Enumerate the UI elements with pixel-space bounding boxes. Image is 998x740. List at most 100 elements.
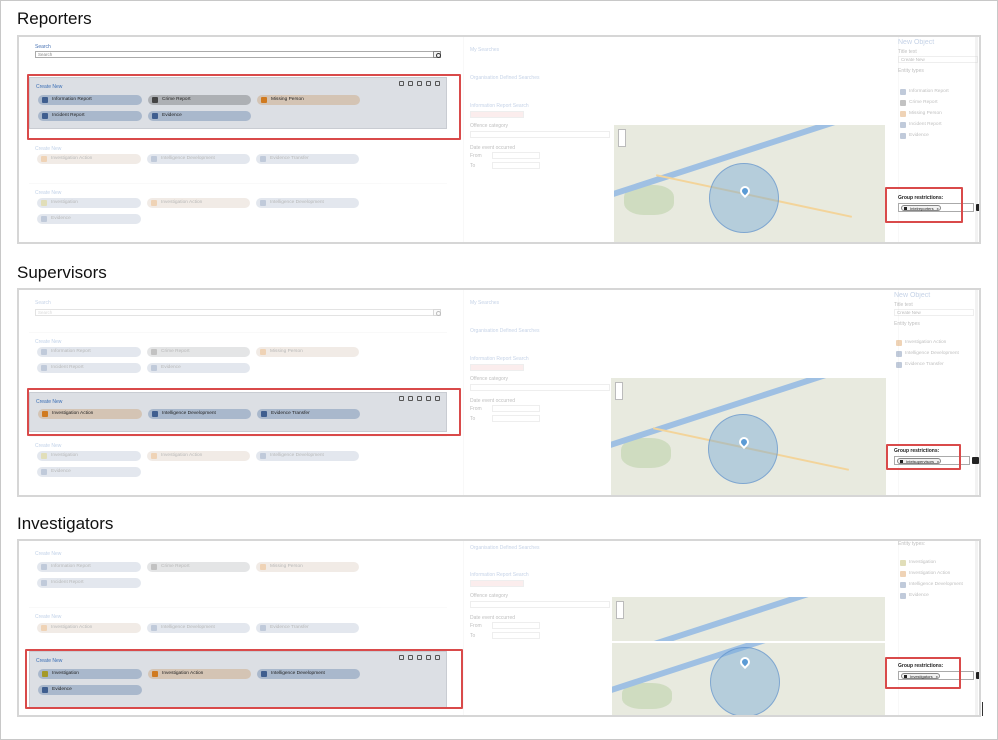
document-icon — [41, 625, 47, 631]
document-icon — [900, 122, 906, 128]
map-view[interactable] — [612, 643, 885, 715]
title-text-input[interactable]: Create New — [894, 309, 974, 316]
pill-intelligence-development[interactable]: Intelligence Development — [256, 451, 359, 461]
scrollbar[interactable] — [975, 37, 978, 242]
offence-label: Offence category — [470, 123, 508, 129]
group-title: Create New — [35, 551, 62, 557]
map-view[interactable] — [614, 125, 885, 242]
map-view-top[interactable] — [612, 597, 885, 641]
entity-item: Evidence — [900, 133, 929, 139]
create-new-group-2: Create New Investigation Action Intellig… — [29, 139, 447, 179]
offence-select[interactable] — [470, 384, 610, 391]
zoom-controls[interactable] — [618, 129, 626, 147]
document-icon — [41, 564, 47, 570]
search-icon[interactable] — [433, 309, 441, 316]
screenshot-supervisors: Search Search Create New Information Rep… — [17, 288, 981, 497]
new-object-title: New Object — [894, 292, 931, 299]
document-icon — [41, 156, 47, 162]
document-icon — [151, 200, 157, 206]
to-date-input[interactable] — [492, 162, 540, 169]
document-icon — [151, 625, 157, 631]
search-icon[interactable] — [433, 51, 441, 58]
text-cursor — [982, 702, 983, 716]
my-searches-label: My Searches — [470, 47, 500, 53]
document-icon — [896, 351, 902, 357]
highlight-group-restrictions — [885, 657, 961, 689]
pill-investigation[interactable]: Investigation — [37, 451, 141, 461]
highlight-group-restrictions — [885, 187, 963, 223]
search-field[interactable] — [470, 580, 524, 587]
create-new-group-3: Create New Investigation Investigation A… — [29, 436, 447, 488]
pill-investigation[interactable]: Investigation — [37, 198, 141, 208]
pill-crime-report[interactable]: Crime Report — [147, 347, 250, 357]
pill-investigation-action[interactable]: Investigation Action — [37, 154, 141, 164]
pill-intelligence-development[interactable]: Intelligence Development — [147, 623, 250, 633]
pill-evidence-transfer[interactable]: Evidence Transfer — [256, 623, 359, 633]
search-label: Search — [35, 44, 51, 50]
pill-information-report[interactable]: Information Report — [37, 562, 141, 572]
scrollbar[interactable] — [975, 541, 978, 715]
group-icon[interactable] — [976, 204, 979, 211]
pill-missing-person[interactable]: Missing Person — [256, 347, 359, 357]
map-view[interactable] — [611, 378, 886, 495]
from-label: From — [470, 623, 482, 629]
offence-label: Offence category — [470, 593, 508, 599]
map-park — [621, 438, 671, 468]
section-title-supervisors: Supervisors — [17, 263, 107, 282]
pill-crime-report[interactable]: Crime Report — [147, 562, 250, 572]
pill-investigation-action[interactable]: Investigation Action — [147, 198, 250, 208]
group-title: Create New — [35, 190, 62, 196]
entity-item: Investigation Action — [900, 571, 950, 577]
entity-item: Intelligence Development — [896, 351, 959, 357]
group-icon[interactable] — [972, 457, 979, 464]
zoom-controls[interactable] — [615, 382, 623, 400]
to-date-input[interactable] — [492, 415, 540, 422]
pill-incident-report[interactable]: Incident Report — [37, 578, 141, 588]
pill-evidence[interactable]: Evidence — [37, 467, 141, 477]
pill-incident-report[interactable]: Incident Report — [37, 363, 141, 373]
group-icon[interactable] — [976, 672, 979, 679]
pill-missing-person[interactable]: Missing Person — [256, 562, 359, 572]
pill-evidence-transfer[interactable]: Evidence Transfer — [256, 154, 359, 164]
pill-investigation-action[interactable]: Investigation Action — [37, 623, 141, 633]
pill-evidence[interactable]: Evidence — [147, 363, 250, 373]
search-input[interactable]: Search — [35, 51, 441, 58]
my-searches-label: My Searches — [470, 300, 500, 306]
zoom-controls[interactable] — [616, 601, 624, 619]
person-icon — [151, 564, 157, 570]
ir-search-label: Information Report Search — [470, 572, 529, 578]
pill-evidence[interactable]: Evidence — [37, 214, 141, 224]
new-object-title: New Object — [898, 39, 935, 46]
from-date-input[interactable] — [492, 622, 540, 629]
document-icon — [41, 580, 47, 586]
offence-select[interactable] — [470, 601, 610, 608]
pill-intelligence-development[interactable]: Intelligence Development — [147, 154, 250, 164]
to-label: To — [470, 163, 476, 169]
entity-item: Information Report — [900, 89, 949, 95]
from-label: From — [470, 406, 482, 412]
entity-item: Evidence — [900, 593, 929, 599]
entity-types-label: Entity types — [894, 321, 920, 327]
title-text-input[interactable]: Create New — [898, 56, 978, 63]
to-date-input[interactable] — [492, 632, 540, 639]
screenshot-reporters: Search Search Create New Information Rep… — [17, 35, 981, 244]
from-date-input[interactable] — [492, 152, 540, 159]
pill-investigation-action[interactable]: Investigation Action — [147, 451, 250, 461]
search-field[interactable] — [470, 111, 524, 118]
evidence-icon — [900, 133, 906, 139]
document-icon — [900, 582, 906, 588]
create-new-group-3: Create New Investigation Investigation A… — [29, 183, 447, 235]
search-input[interactable]: Search — [35, 309, 441, 316]
document-icon — [41, 349, 47, 355]
pill-information-report[interactable]: Information Report — [37, 347, 141, 357]
search-field[interactable] — [470, 364, 524, 371]
offence-select[interactable] — [470, 131, 610, 138]
from-date-input[interactable] — [492, 405, 540, 412]
scrollbar[interactable] — [975, 290, 978, 495]
screenshot-investigators: Create New Information Report Crime Repo… — [17, 539, 981, 717]
offence-label: Offence category — [470, 376, 508, 382]
search-label: Search — [35, 300, 51, 306]
entity-item: Evidence Transfer — [896, 362, 944, 368]
document-icon — [896, 340, 902, 346]
pill-intelligence-development[interactable]: Intelligence Development — [256, 198, 359, 208]
